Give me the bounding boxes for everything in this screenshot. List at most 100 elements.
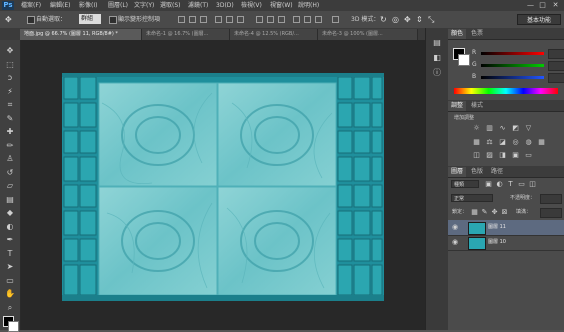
filter-adjustment-icon[interactable]: ◐: [495, 180, 504, 188]
type-tool-icon[interactable]: T: [4, 249, 16, 259]
minimize-icon[interactable]: —: [526, 1, 535, 9]
lock-all-icon[interactable]: ⊠: [500, 208, 509, 216]
crop-tool-icon[interactable]: ⌗: [4, 100, 16, 110]
pen-tool-icon[interactable]: ✒: [4, 235, 16, 245]
tab-layers[interactable]: 圖層: [448, 167, 467, 177]
align-top-icon[interactable]: [178, 16, 185, 23]
menu-type[interactable]: 文字(Y): [134, 1, 154, 10]
menu-edit[interactable]: 編輯(E): [50, 1, 70, 10]
slide-3d-icon[interactable]: ⇕: [416, 15, 426, 24]
posterize-icon[interactable]: ▨: [485, 151, 494, 159]
menu-filter[interactable]: 濾鏡(T): [188, 1, 208, 10]
align-left-icon[interactable]: [215, 16, 222, 23]
align-bottom-icon[interactable]: [200, 16, 207, 23]
blur-tool-icon[interactable]: ◆: [4, 208, 16, 218]
layer-row[interactable]: ◉ 圖層 11: [448, 220, 564, 236]
eraser-icon[interactable]: ▱: [4, 181, 16, 191]
properties-panel-icon[interactable]: ◧: [431, 53, 443, 62]
auto-select-dropdown[interactable]: 群組: [79, 14, 101, 24]
gradient-map-icon[interactable]: ▭: [524, 151, 533, 159]
green-value-field[interactable]: [548, 61, 564, 71]
distribute-bottom-icon[interactable]: [278, 16, 285, 23]
document-tab[interactable]: 未命名-3 @ 100% (圖層...: [318, 29, 418, 40]
filter-type-icon[interactable]: T: [506, 180, 515, 188]
channel-mixer-icon[interactable]: ◍: [524, 138, 533, 146]
close-icon[interactable]: ✕: [551, 1, 560, 9]
selective-color-icon[interactable]: ▣: [511, 151, 520, 159]
layer-kind-filter[interactable]: 種類: [451, 180, 479, 188]
menu-view[interactable]: 檢視(V): [241, 1, 262, 10]
magic-wand-icon[interactable]: ⚡: [4, 87, 16, 97]
scale-3d-icon[interactable]: ⤡: [428, 15, 438, 24]
distribute-right-icon[interactable]: [315, 16, 322, 23]
hue-saturation-icon[interactable]: ▦: [472, 138, 481, 146]
document-tab[interactable]: 未命名-1 @ 16.7% (圖層...: [142, 29, 230, 40]
menu-3d[interactable]: 3D(D): [216, 1, 234, 10]
exposure-icon[interactable]: ◩: [511, 124, 520, 132]
align-middle-icon[interactable]: [189, 16, 196, 23]
menu-window[interactable]: 視窗(W): [270, 1, 293, 10]
blue-track[interactable]: [481, 76, 544, 79]
tab-adjustments[interactable]: 調整: [448, 101, 467, 111]
invert-icon[interactable]: ◫: [472, 151, 481, 159]
color-lookup-icon[interactable]: ▦: [537, 138, 546, 146]
workspace-switcher[interactable]: 基本功能: [517, 14, 561, 25]
distribute-top-icon[interactable]: [256, 16, 263, 23]
zoom-tool-icon[interactable]: ⌕: [4, 303, 16, 313]
dodge-tool-icon[interactable]: ◐: [4, 222, 16, 232]
document-tab[interactable]: 未命名-4 @ 12.5% (RGB/...: [230, 29, 318, 40]
history-brush-icon[interactable]: ↺: [4, 168, 16, 178]
document-tab-active[interactable]: 地面.jpg @ 66.7% (圖層 11, RGB/8#) *: [20, 29, 142, 40]
fill-field[interactable]: [540, 208, 562, 218]
lock-position-icon[interactable]: ✥: [490, 208, 499, 216]
shape-tool-icon[interactable]: ▭: [4, 276, 16, 286]
move-tool-icon[interactable]: ✥: [4, 46, 16, 56]
menu-select[interactable]: 選取(S): [160, 1, 181, 10]
visibility-eye-icon[interactable]: ◉: [452, 223, 460, 231]
green-track[interactable]: [481, 64, 544, 67]
brush-tool-icon[interactable]: ✏: [4, 141, 16, 151]
history-panel-icon[interactable]: ▤: [431, 38, 443, 47]
color-spectrum-bar[interactable]: [454, 88, 558, 94]
gradient-tool-icon[interactable]: ▤: [4, 195, 16, 205]
roll-3d-icon[interactable]: ◎: [392, 15, 402, 24]
tab-channels[interactable]: 色版: [468, 167, 486, 177]
layer-row[interactable]: ◉ 圖層 10: [448, 235, 564, 251]
filter-smart-object-icon[interactable]: ◫: [528, 180, 537, 188]
distribute-center-icon[interactable]: [304, 16, 311, 23]
menu-layer[interactable]: 圖層(L): [108, 1, 128, 10]
align-right-icon[interactable]: [237, 16, 244, 23]
visibility-eye-icon[interactable]: ◉: [452, 238, 460, 246]
lasso-tool-icon[interactable]: ↄ: [4, 73, 16, 83]
vibrance-icon[interactable]: ▽: [524, 124, 533, 132]
background-color-swatch[interactable]: [8, 321, 19, 332]
levels-icon[interactable]: ▥: [485, 124, 494, 132]
healing-brush-icon[interactable]: ✚: [4, 127, 16, 137]
distribute-middle-icon[interactable]: [267, 16, 274, 23]
drag-3d-icon[interactable]: ✥: [404, 15, 414, 24]
blue-value-field[interactable]: [548, 73, 564, 83]
tab-paths[interactable]: 路徑: [488, 167, 506, 177]
show-transform-checkbox[interactable]: [109, 16, 117, 24]
lock-transparency-icon[interactable]: ▦: [470, 208, 479, 216]
opacity-field[interactable]: [540, 194, 562, 204]
distribute-left-icon[interactable]: [293, 16, 300, 23]
black-white-icon[interactable]: ◪: [498, 138, 507, 146]
blend-mode-dropdown[interactable]: 正常: [451, 194, 493, 202]
hand-tool-icon[interactable]: ✋: [4, 289, 16, 299]
curves-icon[interactable]: ∿: [498, 124, 507, 132]
red-track[interactable]: [481, 52, 544, 55]
tab-swatches[interactable]: 色票: [468, 29, 486, 39]
floor-texture-image[interactable]: [62, 73, 384, 301]
red-value-field[interactable]: [548, 49, 564, 59]
menu-help[interactable]: 說明(H): [298, 1, 319, 10]
maximize-icon[interactable]: □: [538, 1, 547, 9]
eyedropper-icon[interactable]: ✎: [4, 114, 16, 124]
auto-align-icon[interactable]: [332, 16, 339, 23]
move-tool-preset-icon[interactable]: ✥: [5, 15, 15, 24]
brightness-icon[interactable]: ☼: [472, 124, 481, 132]
rotate-3d-icon[interactable]: ↻: [380, 15, 390, 24]
color-background-swatch[interactable]: [458, 54, 470, 66]
color-balance-icon[interactable]: ⚖: [485, 138, 494, 146]
menu-file[interactable]: 檔案(F): [21, 1, 41, 10]
